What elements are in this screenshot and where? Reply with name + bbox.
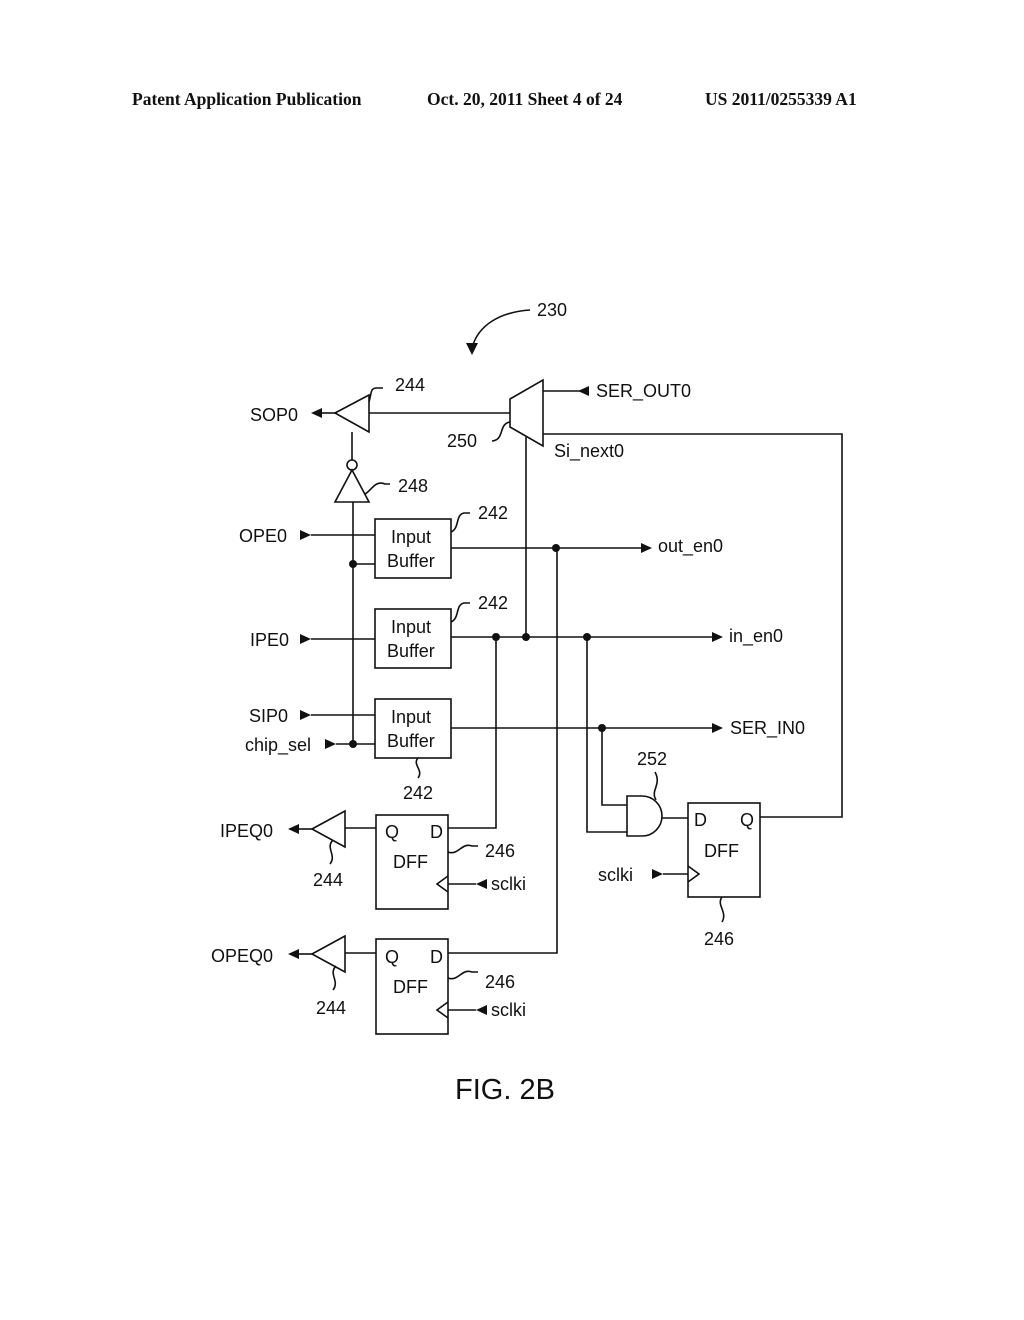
wire-ser-in0-to-and (601, 728, 627, 806)
leader-242 (450, 512, 470, 533)
reference-leader-230 (471, 309, 531, 349)
arrow-right-icon (300, 710, 311, 720)
arrow-left-icon (311, 408, 322, 418)
input-label-sclki: sclki (491, 1000, 526, 1020)
inverter-triangle-icon (333, 468, 371, 503)
dff-pin-q: Q (385, 947, 399, 967)
input-buffer-label-line1: Input (391, 527, 431, 547)
ref-label-242: 242 (403, 783, 433, 803)
multiplexer-250: SER_OUT0 Si_next0 250 (447, 378, 691, 462)
input-buffer-label-line2: Buffer (387, 641, 435, 661)
leader-242 (450, 602, 470, 623)
leader-242 (415, 757, 421, 779)
output-buffer-ipeq0: IPEQ0 244 (220, 809, 376, 890)
dff-pin-d: D (430, 822, 443, 842)
dff-ipeq0: Q D DFF sclki 246 (375, 637, 526, 910)
arrow-right-icon (300, 530, 311, 540)
ref-label-250: 250 (447, 431, 477, 451)
dff-pin-q: Q (385, 822, 399, 842)
arrow-left-icon (578, 386, 589, 396)
arrow-right-icon (300, 634, 311, 644)
output-buffer-sop0: SOP0 244 (250, 375, 425, 434)
ref-label-242: 242 (478, 593, 508, 613)
ref-label-246: 246 (704, 929, 734, 949)
wire-in-en0-to-dff (448, 637, 497, 829)
output-label-ser-in0: SER_IN0 (730, 718, 805, 739)
leader-244 (329, 839, 334, 865)
junction-dot (522, 633, 530, 641)
dff-label: DFF (704, 841, 739, 861)
junction-dot (349, 560, 357, 568)
dff-pin-d: D (694, 810, 707, 830)
and-gate-icon (626, 795, 663, 837)
leader-244 (368, 387, 383, 403)
output-label-sop0: SOP0 (250, 405, 298, 425)
junction-dot (349, 740, 357, 748)
arrow-left-icon (288, 949, 299, 959)
arrow-left-icon (476, 1005, 487, 1015)
figure-caption: FIG. 2B (455, 1074, 555, 1106)
output-buffer-opeq0: OPEQ0 244 (211, 934, 376, 1018)
wire-in-en0-to-and (586, 637, 627, 833)
leader-248 (364, 482, 390, 495)
signal-label-si-next0: Si_next0 (554, 441, 624, 462)
leader-244 (332, 965, 337, 991)
buffer-triangle-icon (310, 809, 346, 849)
input-label-sclki: sclki (491, 874, 526, 894)
arrow-right-icon (712, 723, 723, 733)
ref-label-244: 244 (313, 870, 343, 890)
input-label-sip0: SIP0 (249, 706, 288, 726)
arrow-right-icon (712, 632, 723, 642)
input-buffer-label-line2: Buffer (387, 551, 435, 571)
input-buffer-ipe0: Input Buffer IPE0 242 (250, 593, 508, 669)
inverter-248: 248 (333, 432, 428, 503)
input-buffer-label-line1: Input (391, 617, 431, 637)
ref-label-244: 244 (316, 998, 346, 1018)
arrow-right-icon (325, 739, 336, 749)
ref-label-242: 242 (478, 503, 508, 523)
input-label-ser-out0: SER_OUT0 (596, 381, 691, 402)
dff-pin-q: Q (740, 810, 754, 830)
dff-label: DFF (393, 977, 428, 997)
dff-label: DFF (393, 852, 428, 872)
ref-label-244: 244 (395, 375, 425, 395)
input-label-ipe0: IPE0 (250, 630, 289, 650)
leader-250 (491, 421, 511, 442)
input-buffer-ope0: Input Buffer OPE0 242 (239, 503, 508, 579)
wire-si-next0-feedback (543, 433, 843, 818)
ref-label-252: 252 (637, 749, 667, 769)
leader-246 (719, 896, 725, 923)
output-label-ipeq0: IPEQ0 (220, 821, 273, 841)
ref-label-246: 246 (485, 972, 515, 992)
buffer-triangle-icon (310, 934, 346, 974)
leader-246 (447, 844, 478, 854)
input-buffer-label-line1: Input (391, 707, 431, 727)
mux-trapezoid-icon (509, 378, 544, 448)
junction-dot (552, 544, 560, 552)
buffer-triangle-icon (333, 393, 370, 434)
dff-pin-d: D (430, 947, 443, 967)
ref-label-246: 246 (485, 841, 515, 861)
output-label-in-en0: in_en0 (729, 626, 783, 647)
circuit-diagram: 230 SOP0 244 SER_OUT0 Si_next0 250 248 I… (211, 300, 843, 1106)
input-buffer-label-line2: Buffer (387, 731, 435, 751)
arrow-right-icon (652, 869, 663, 879)
dff-right: D Q DFF sclki 246 (598, 802, 761, 949)
and-gate-252: 252 (586, 637, 688, 837)
output-label-out-en0: out_en0 (658, 536, 723, 557)
arrow-right-icon (641, 543, 652, 553)
output-label-opeq0: OPEQ0 (211, 946, 273, 966)
reference-number-230: 230 (537, 300, 567, 320)
figure-reference-230: 230 (466, 300, 567, 355)
ref-label-248: 248 (398, 476, 428, 496)
input-buffer-sip0: Input Buffer SIP0 chip_sel 242 (245, 698, 452, 803)
leader-252 (653, 771, 659, 801)
input-label-sclki: sclki (598, 865, 633, 885)
arrow-left-icon (288, 824, 299, 834)
leader-246 (447, 970, 478, 980)
reference-arrowhead-icon (466, 343, 478, 355)
input-label-chip-sel: chip_sel (245, 735, 311, 756)
arrow-left-icon (476, 879, 487, 889)
input-label-ope0: OPE0 (239, 526, 287, 546)
